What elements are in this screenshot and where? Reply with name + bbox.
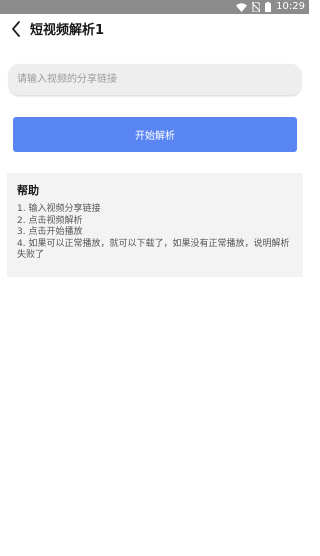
help-item: 2. 点击视频解析 xyxy=(17,215,83,226)
link-input[interactable] xyxy=(9,64,301,95)
link-input-container xyxy=(9,64,301,95)
no-sim-icon xyxy=(252,2,261,12)
app-bar: 短视频解析1 xyxy=(0,14,309,48)
status-bar: 10:29 xyxy=(0,0,309,14)
help-card: 帮助 1. 输入视频分享链接 2. 点击视频解析 3. 点击开始播放 4. 如果… xyxy=(7,173,303,277)
status-time: 10:29 xyxy=(276,1,305,12)
battery-icon xyxy=(265,2,272,12)
back-button[interactable] xyxy=(6,19,26,43)
help-item: 3. 点击开始播放 xyxy=(17,227,83,237)
help-item: 4. 如果可以正常播放，就可以下载了，如果没有正常播放，说明解析失败了 xyxy=(17,238,290,261)
help-title: 帮助 xyxy=(17,184,39,197)
back-arrow-icon[interactable] xyxy=(11,21,21,41)
help-list: 1. 输入视频分享链接 2. 点击视频解析 3. 点击开始播放 4. 如果可以正… xyxy=(17,204,297,262)
start-parse-button[interactable]: 开始解析 xyxy=(13,117,297,152)
wifi-icon xyxy=(236,2,248,12)
status-icons: 10:29 xyxy=(236,0,305,14)
help-item: 1. 输入视频分享链接 xyxy=(17,204,101,214)
page-title: 短视频解析1 xyxy=(30,23,105,38)
